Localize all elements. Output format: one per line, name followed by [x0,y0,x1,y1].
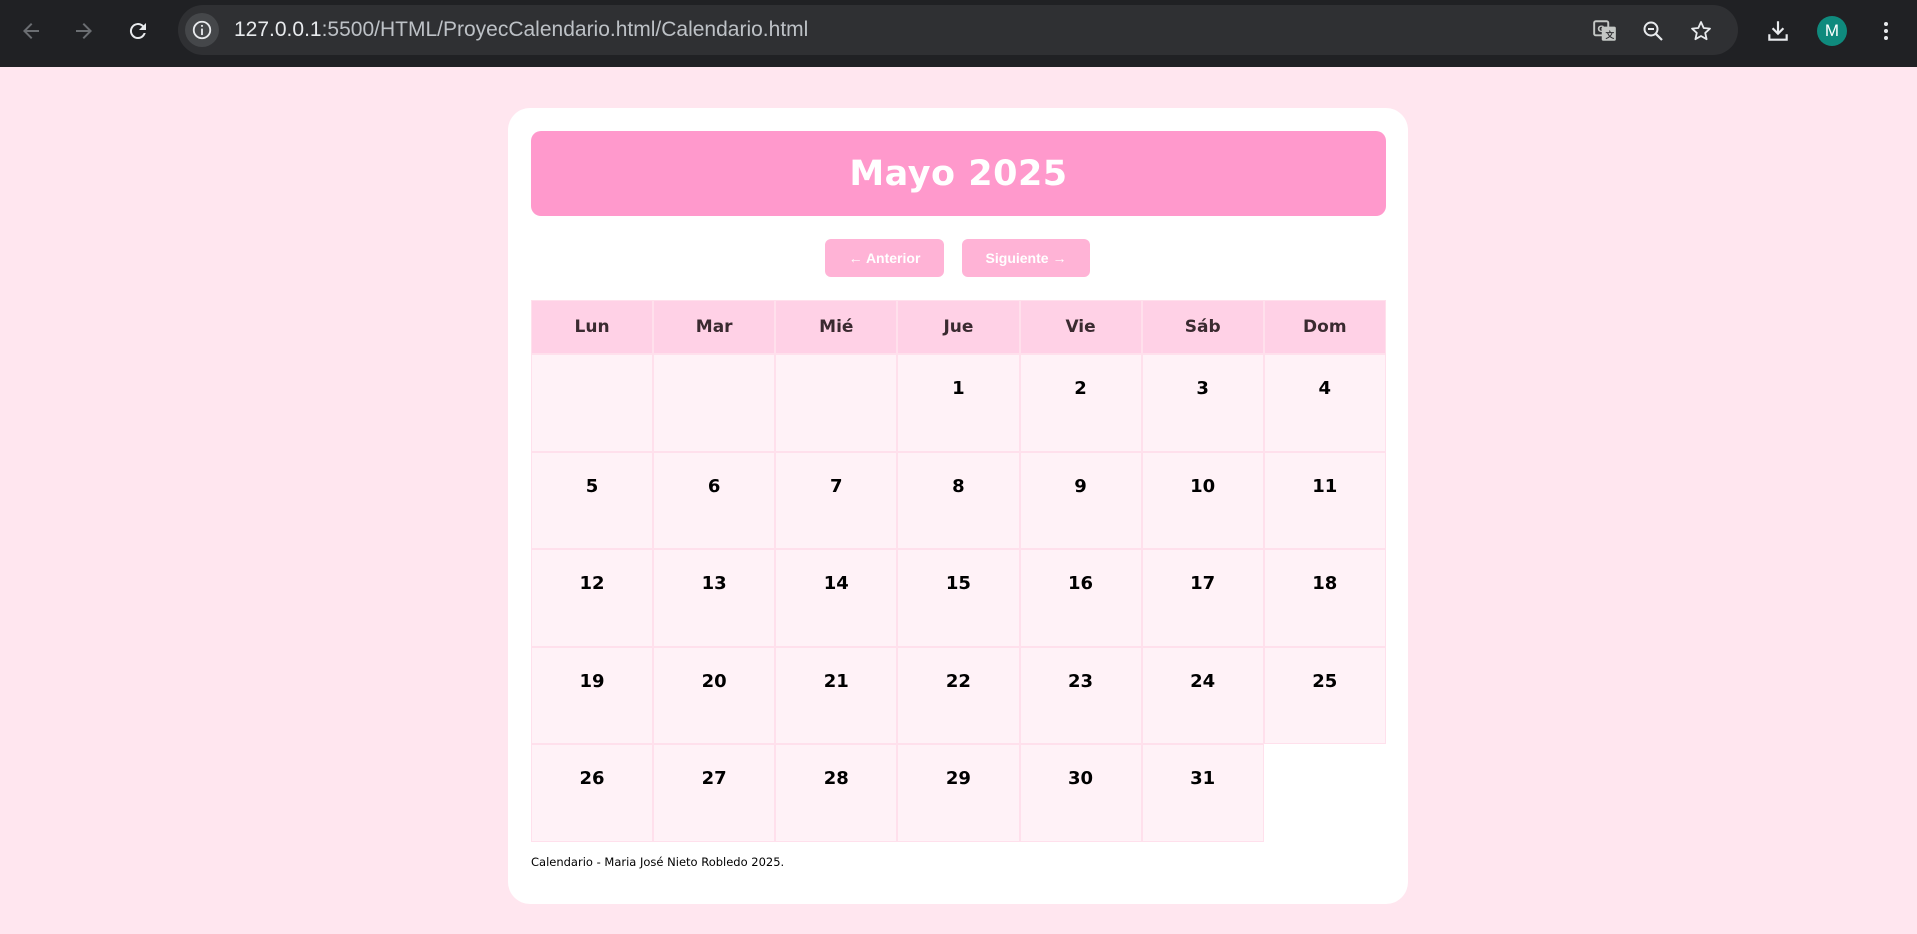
address-bar[interactable]: 127.0.0.1:5500/HTML/ProyecCalendario.htm… [178,5,1738,55]
previous-month-button[interactable]: ← Anterior [825,239,944,277]
profile-avatar[interactable]: M [1817,16,1847,46]
svg-text:文: 文 [1605,29,1615,41]
day-cell[interactable]: 22 [897,646,1020,745]
day-cell[interactable]: 10 [1141,451,1264,550]
reload-icon[interactable] [120,13,156,49]
footer-credit: Calendario - Maria José Nieto Robledo 20… [531,855,785,869]
url-host: 127.0.0.1 [234,18,322,41]
month-title: Mayo 2025 [849,153,1068,194]
month-navigation: ← Anterior Siguiente → [508,239,1408,277]
day-cell[interactable]: 29 [897,744,1020,842]
week-row: 5 6 7 8 9 10 11 [531,451,1386,550]
day-cell[interactable]: 18 [1263,549,1386,647]
day-cell[interactable]: 5 [531,451,654,550]
download-icon[interactable] [1762,15,1794,47]
day-cell[interactable]: 11 [1263,451,1386,550]
weekday-vie: Vie [1019,300,1142,354]
day-cell[interactable]: 17 [1141,549,1264,647]
star-icon[interactable] [1687,17,1715,45]
weekday-sab: Sáb [1141,300,1264,354]
day-cell[interactable]: 6 [653,451,776,550]
day-cell[interactable]: 8 [897,451,1020,550]
day-cell[interactable]: 4 [1263,354,1386,452]
day-cell[interactable]: 30 [1019,744,1142,842]
info-icon[interactable] [185,13,219,47]
translate-icon[interactable]: G文 [1591,17,1619,45]
day-cell[interactable]: 3 [1141,354,1264,452]
url-path: :5500/HTML/ProyecCalendario.html/Calenda… [321,18,809,41]
day-cell[interactable]: 27 [653,744,776,842]
week-row: 19 20 21 22 23 24 25 [531,646,1386,745]
week-row: 12 13 14 15 16 17 18 [531,549,1386,647]
day-cell[interactable]: 19 [531,646,654,745]
day-cell-empty [775,354,898,452]
day-cell[interactable]: 2 [1019,354,1142,452]
next-month-button[interactable]: Siguiente → [962,239,1090,277]
day-cell[interactable]: 23 [1019,646,1142,745]
calendar-card: Mayo 2025 ← Anterior Siguiente → Lun Mar… [508,108,1408,904]
day-cell[interactable]: 7 [775,451,898,550]
day-cell[interactable]: 25 [1263,646,1386,745]
day-cell[interactable]: 1 [897,354,1020,452]
day-cell[interactable]: 14 [775,549,898,647]
day-cell[interactable]: 12 [531,549,654,647]
week-row: 1 2 3 4 [531,354,1386,452]
svg-text:G: G [1597,25,1604,35]
day-cell[interactable]: 9 [1019,451,1142,550]
weekday-jue: Jue [897,300,1020,354]
url-text: 127.0.0.1:5500/HTML/ProyecCalendario.htm… [234,18,808,42]
weekday-lun: Lun [531,300,654,354]
day-cell-empty [531,354,654,452]
browser-toolbar: 127.0.0.1:5500/HTML/ProyecCalendario.htm… [0,0,1917,67]
day-cell[interactable]: 20 [653,646,776,745]
day-cell[interactable]: 13 [653,549,776,647]
weekday-mie: Mié [775,300,898,354]
day-cell[interactable]: 24 [1141,646,1264,745]
zoom-out-icon[interactable] [1639,17,1667,45]
calendar-grid: Lun Mar Mié Jue Vie Sáb Dom 1 2 3 4 5 6 … [531,300,1386,842]
calendar-header: Mayo 2025 [531,131,1386,216]
forward-arrow-icon[interactable] [66,13,102,49]
day-cell-missing [1264,744,1386,842]
week-row: 26 27 28 29 30 31 [531,744,1386,842]
weekday-mar: Mar [653,300,776,354]
day-cell[interactable]: 28 [775,744,898,842]
day-cell-empty [653,354,776,452]
kebab-menu-icon[interactable] [1870,15,1902,47]
day-cell[interactable]: 21 [775,646,898,745]
day-cell[interactable]: 31 [1141,744,1264,842]
back-arrow-icon[interactable] [13,13,49,49]
day-cell[interactable]: 15 [897,549,1020,647]
weekday-header-row: Lun Mar Mié Jue Vie Sáb Dom [531,300,1386,354]
day-cell[interactable]: 26 [531,744,654,842]
weekday-dom: Dom [1263,300,1386,354]
day-cell[interactable]: 16 [1019,549,1142,647]
